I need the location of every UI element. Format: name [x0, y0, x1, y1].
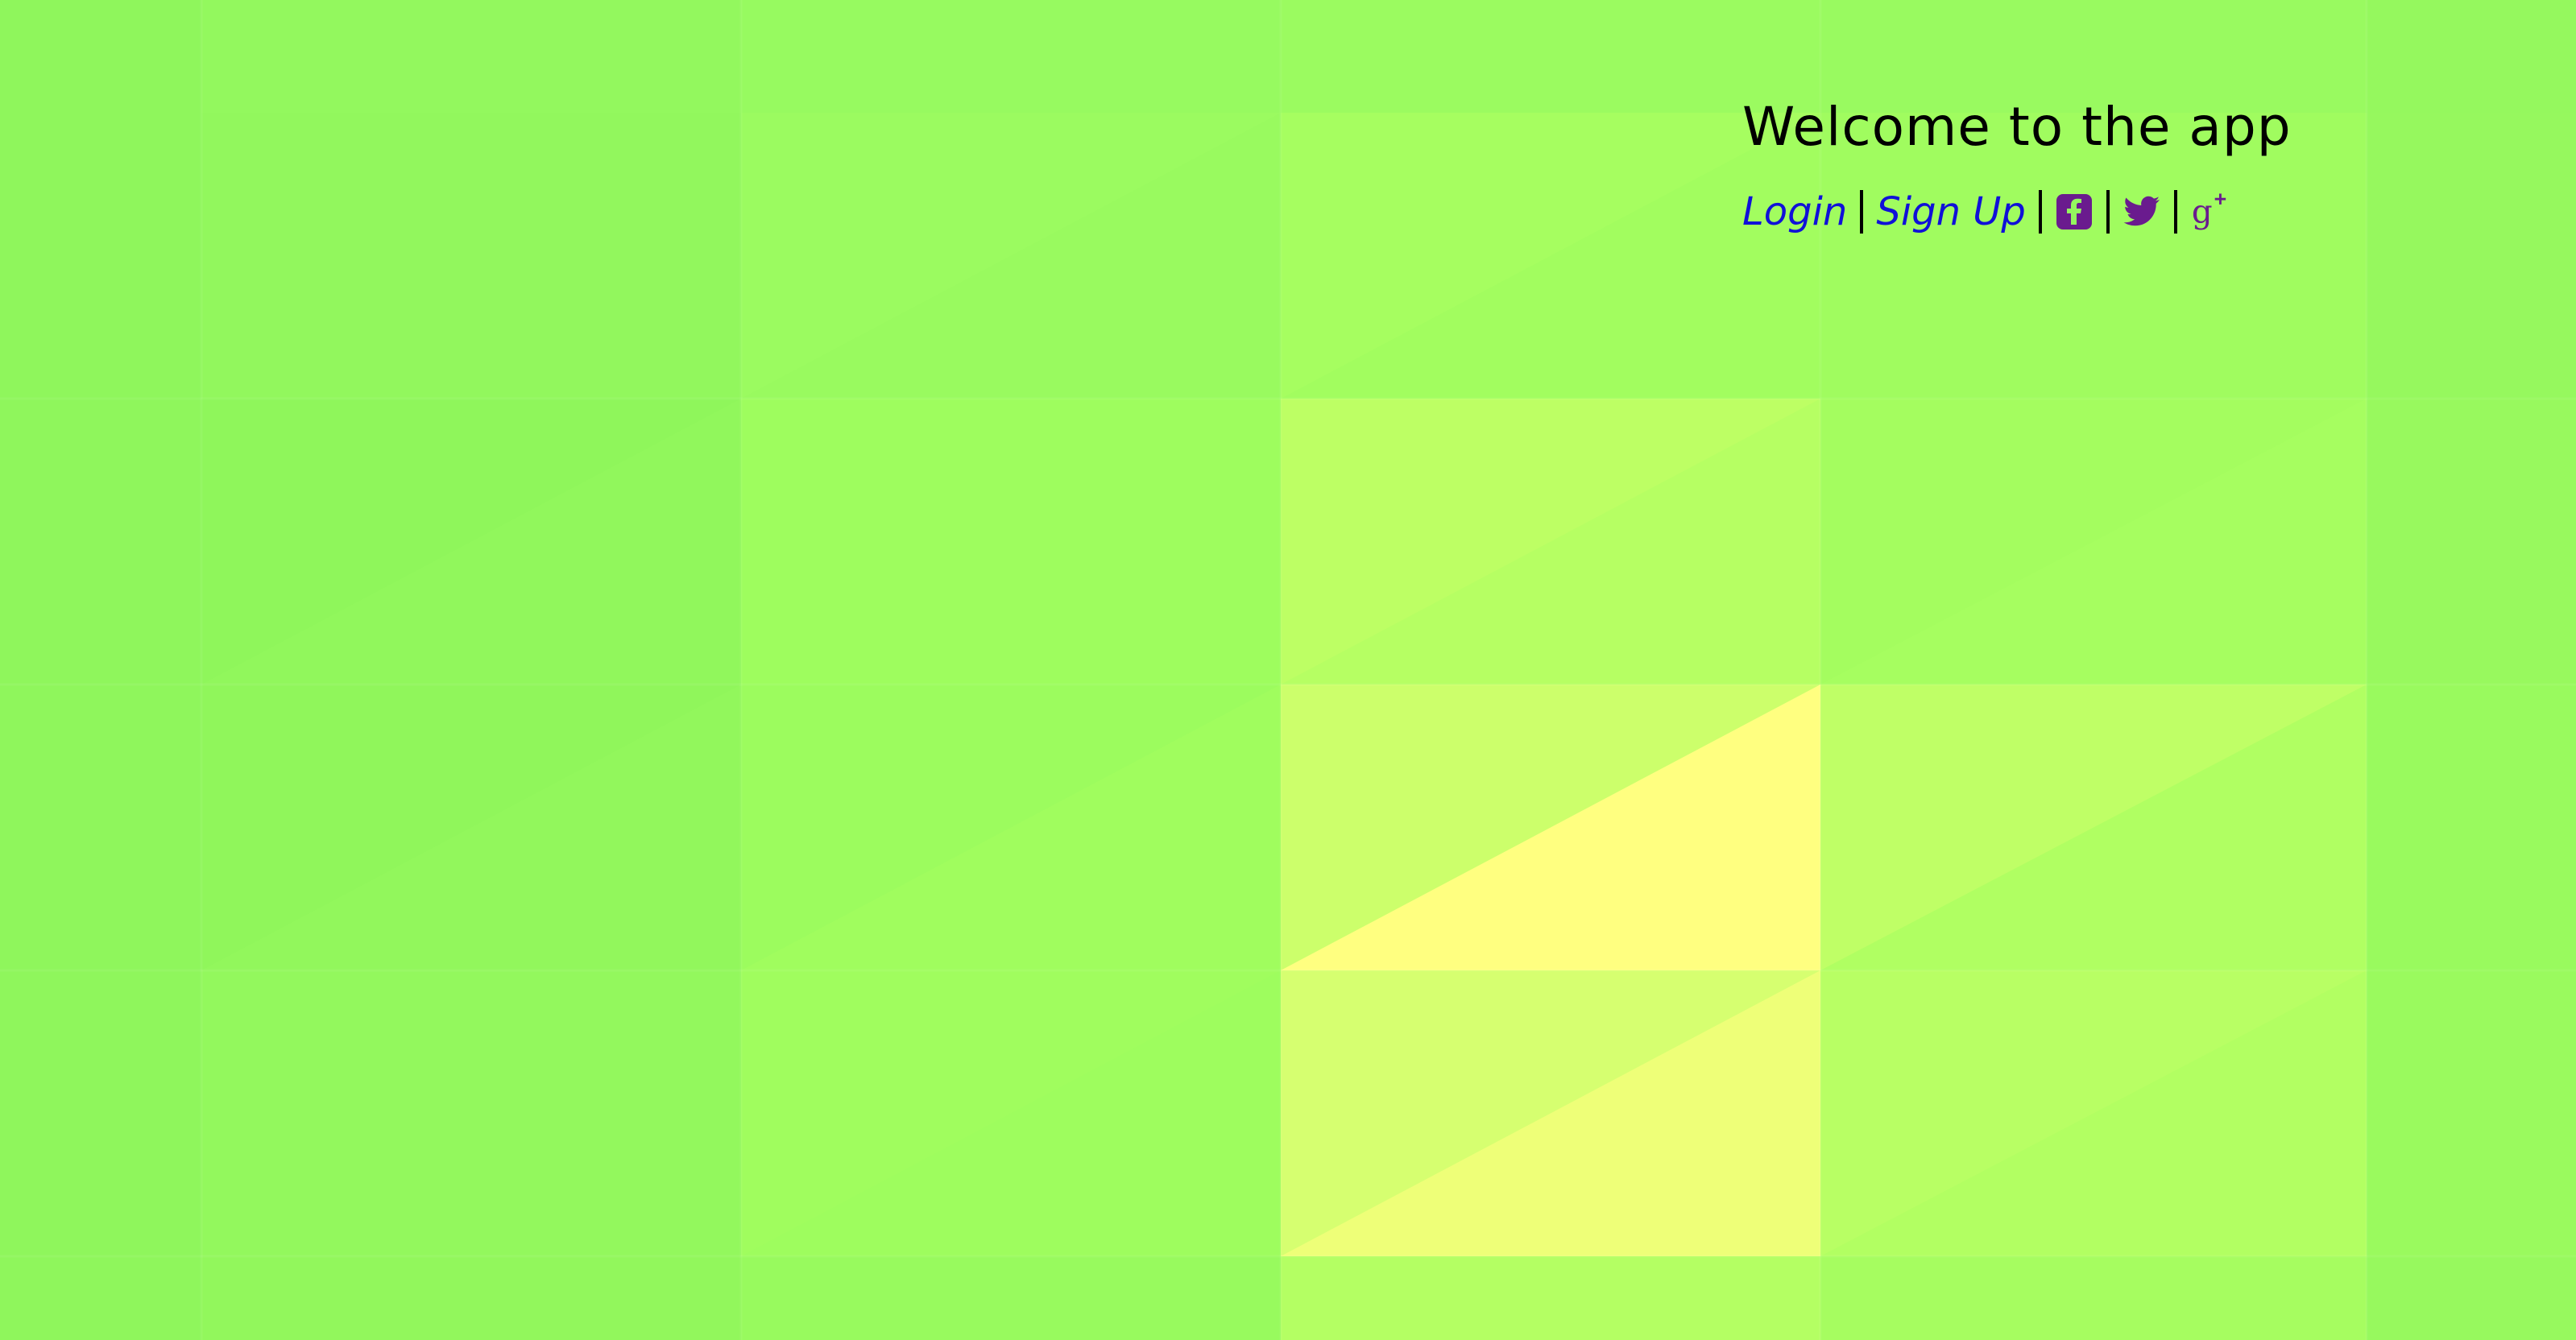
svg-text:g: g	[2192, 192, 2213, 230]
welcome-panel: Welcome to the app Login Sign Up g	[1742, 95, 2467, 240]
separator	[2106, 190, 2110, 234]
separator	[2038, 190, 2042, 234]
auth-links: Login Sign Up g	[1742, 184, 2467, 240]
login-link[interactable]: Login	[1742, 189, 1847, 234]
twitter-icon[interactable]	[2123, 192, 2161, 231]
page-title: Welcome to the app	[1742, 96, 2292, 158]
separator	[1860, 190, 1864, 234]
facebook-icon[interactable]	[2055, 192, 2094, 231]
app-page: Welcome to the app Login Sign Up g	[0, 0, 2576, 1340]
google-plus-icon[interactable]: g	[2190, 192, 2229, 231]
signup-link[interactable]: Sign Up	[1876, 189, 2026, 234]
separator	[2173, 190, 2177, 234]
